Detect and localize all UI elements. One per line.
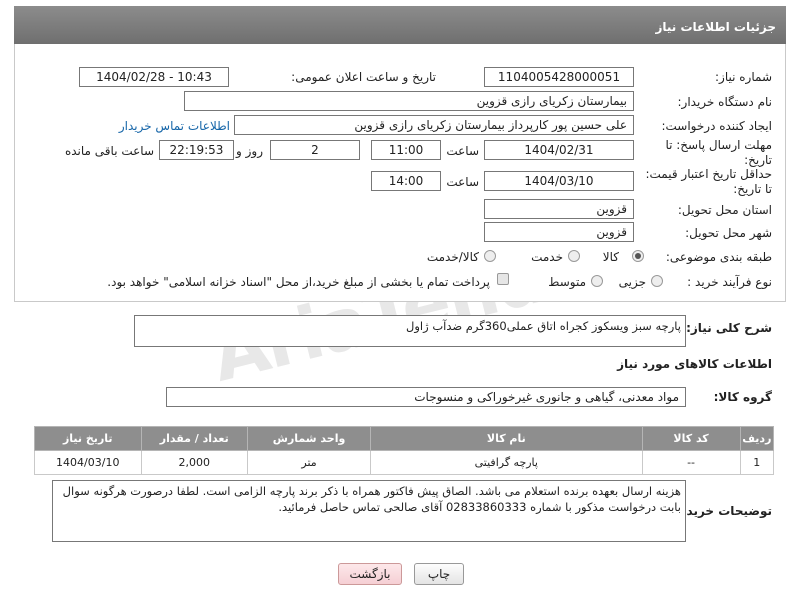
goods-table: ردیف کد کالا نام کالا واحد شمارش تعداد /… bbox=[34, 426, 775, 475]
category-label: طبقه بندی موضوعی: bbox=[665, 250, 772, 264]
col-row: ردیف bbox=[739, 426, 775, 451]
category-option-both: کالا/خدمت bbox=[426, 250, 479, 264]
description-label: شرح کلی نیاز: bbox=[686, 321, 772, 335]
price-time-field[interactable]: 14:00 bbox=[371, 171, 441, 191]
col-name: نام کالا bbox=[370, 426, 643, 451]
buyer-org-field[interactable]: بیمارستان زکریای رازی قزوین bbox=[184, 91, 634, 111]
col-unit: واحد شمارش bbox=[246, 426, 372, 451]
need-number-field[interactable]: 1104005428000051 bbox=[484, 67, 634, 87]
need-number-label: شماره نیاز: bbox=[715, 70, 772, 84]
goods-section-title: اطلاعات کالاهای مورد نیاز bbox=[617, 357, 772, 371]
price-time-label: ساعت bbox=[446, 175, 479, 189]
process-radio-minor[interactable] bbox=[651, 275, 663, 287]
reply-time-field[interactable]: 11:00 bbox=[371, 140, 441, 160]
buyer-org-label: نام دستگاه خریدار: bbox=[677, 95, 773, 109]
print-button[interactable]: چاپ bbox=[414, 563, 464, 585]
process-radio-medium[interactable] bbox=[591, 275, 603, 287]
reply-deadline-label: مهلت ارسال پاسخ: تا تاریخ: bbox=[665, 138, 772, 167]
price-date-field[interactable]: 1404/03/10 bbox=[484, 171, 634, 191]
category-radio-service[interactable] bbox=[568, 250, 580, 262]
process-label: نوع فرآیند خرید : bbox=[687, 275, 772, 289]
process-option-minor: جزیی bbox=[618, 275, 646, 289]
treasury-payment-checkbox[interactable] bbox=[497, 273, 509, 285]
announce-label: تاریخ و ساعت اعلان عمومی: bbox=[291, 70, 436, 84]
panel-header: جزئیات اطلاعات نیاز bbox=[14, 6, 786, 44]
table-row[interactable]: 1 -- پارچه گرافیتی متر 2,000 1404/03/10 bbox=[34, 450, 775, 475]
announce-field[interactable]: 1404/02/28 - 10:43 bbox=[79, 67, 229, 87]
treasury-payment-note: پرداخت تمام یا بخشی از مبلغ خرید،از محل … bbox=[107, 275, 490, 289]
goods-table-header: ردیف کد کالا نام کالا واحد شمارش تعداد /… bbox=[34, 426, 775, 451]
category-option-goods: کالا bbox=[602, 250, 619, 264]
cell-code: -- bbox=[641, 450, 741, 475]
cell-name: پارچه گرافیتی bbox=[370, 450, 643, 475]
cell-row: 1 bbox=[739, 450, 775, 475]
province-label: استان محل تحویل: bbox=[677, 203, 772, 217]
cell-qty: 2,000 bbox=[140, 450, 248, 475]
days-field[interactable]: 2 bbox=[270, 140, 360, 160]
remaining-label: ساعت باقی مانده bbox=[64, 144, 154, 158]
cell-unit: متر bbox=[246, 450, 372, 475]
city-field[interactable]: قزوین bbox=[484, 222, 634, 242]
description-textarea[interactable]: پارچه سبز ویسکوز کجراه اتاق عملی360گرم ض… bbox=[134, 315, 686, 347]
col-date: تاریخ نیاز bbox=[34, 426, 142, 451]
category-radio-both[interactable] bbox=[484, 250, 496, 262]
goods-group-field[interactable]: مواد معدنی، گیاهی و جانوری غیرخوراکی و م… bbox=[166, 387, 686, 407]
buyer-notes-textarea[interactable]: هزینه ارسال بعهده برنده استعلام می باشد.… bbox=[52, 480, 686, 542]
category-radio-goods[interactable] bbox=[632, 250, 644, 262]
goods-group-label: گروه کالا: bbox=[713, 390, 772, 404]
remaining-time-field[interactable]: 22:19:53 bbox=[159, 140, 234, 160]
city-label: شهر محل تحویل: bbox=[685, 226, 772, 240]
reply-date-field[interactable]: 1404/02/31 bbox=[484, 140, 634, 160]
buyer-contact-link[interactable]: اطلاعات تماس خریدار bbox=[119, 119, 230, 133]
col-qty: تعداد / مقدار bbox=[140, 426, 248, 451]
cell-date: 1404/03/10 bbox=[34, 450, 142, 475]
creator-field[interactable]: علی حسین پور کارپرداز بیمارستان زکریای ر… bbox=[234, 115, 634, 135]
price-validity-label: حداقل تاریخ اعتبار قیمت: تا تاریخ: bbox=[645, 167, 772, 196]
category-option-service: خدمت bbox=[531, 250, 563, 264]
process-option-medium: متوسط bbox=[548, 275, 586, 289]
creator-label: ایجاد کننده درخواست: bbox=[661, 119, 772, 133]
col-code: کد کالا bbox=[641, 426, 741, 451]
province-field[interactable]: قزوین bbox=[484, 199, 634, 219]
reply-time-label: ساعت bbox=[446, 144, 479, 158]
back-button[interactable]: بازگشت bbox=[338, 563, 402, 585]
days-label: روز و bbox=[236, 144, 263, 158]
